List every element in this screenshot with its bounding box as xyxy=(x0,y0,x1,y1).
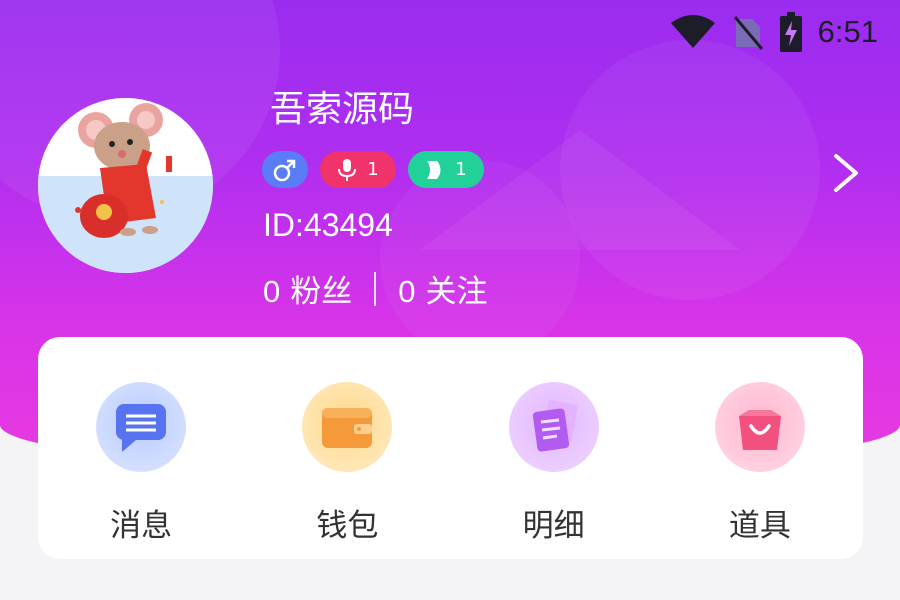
following-stat[interactable]: 0 关注 xyxy=(398,266,487,311)
mouse-mascot-image xyxy=(38,98,213,273)
details-icon xyxy=(508,382,599,472)
shopping-bag-icon xyxy=(714,382,805,472)
gender-badge xyxy=(262,151,308,188)
following-label: 关注 xyxy=(425,274,488,310)
voice-level-badge: 1 xyxy=(320,151,396,188)
menu-label-messages: 消息 xyxy=(110,508,173,544)
battery-charging-icon xyxy=(779,12,802,52)
menu-item-messages[interactable]: 消息 xyxy=(38,337,244,559)
menu-item-details[interactable]: 明细 xyxy=(451,337,657,559)
fans-count: 0 xyxy=(263,274,281,309)
user-level-value: 1 xyxy=(455,159,467,180)
menu-item-wallet[interactable]: 钱包 xyxy=(244,337,450,559)
voice-level-value: 1 xyxy=(367,159,379,180)
menu-label-props: 道具 xyxy=(728,508,791,544)
username: 吾索源码 xyxy=(270,89,415,130)
following-count: 0 xyxy=(398,274,416,309)
profile-screen: 6:51 吾索源码 1 1 ID:43494 0 粉丝 0 关注 消息 钱包 明… xyxy=(0,0,900,600)
quick-menu-card: 消息 钱包 明细 道具 xyxy=(38,337,863,559)
message-icon xyxy=(96,382,187,472)
male-icon xyxy=(273,159,296,181)
menu-label-wallet: 钱包 xyxy=(316,508,379,544)
wifi-icon xyxy=(670,15,715,48)
user-id: ID:43494 xyxy=(263,207,393,243)
no-sim-icon xyxy=(733,16,763,50)
avatar[interactable] xyxy=(38,98,213,273)
fans-stat[interactable]: 0 粉丝 xyxy=(263,266,352,311)
user-level-badge: 1 xyxy=(408,151,484,188)
microphone-icon xyxy=(338,158,357,181)
chevron-right-icon[interactable] xyxy=(826,150,866,196)
user-badges: 1 1 xyxy=(262,151,484,188)
fans-label: 粉丝 xyxy=(290,274,353,310)
decor-shape xyxy=(420,130,740,250)
status-time: 6:51 xyxy=(817,14,878,49)
level-icon xyxy=(427,160,441,179)
status-bar: 6:51 xyxy=(670,10,878,54)
follow-stats: 0 粉丝 0 关注 xyxy=(263,266,488,311)
wallet-icon xyxy=(302,382,393,472)
stats-divider xyxy=(374,271,377,306)
menu-label-details: 明细 xyxy=(522,508,585,544)
menu-item-props[interactable]: 道具 xyxy=(657,337,863,559)
